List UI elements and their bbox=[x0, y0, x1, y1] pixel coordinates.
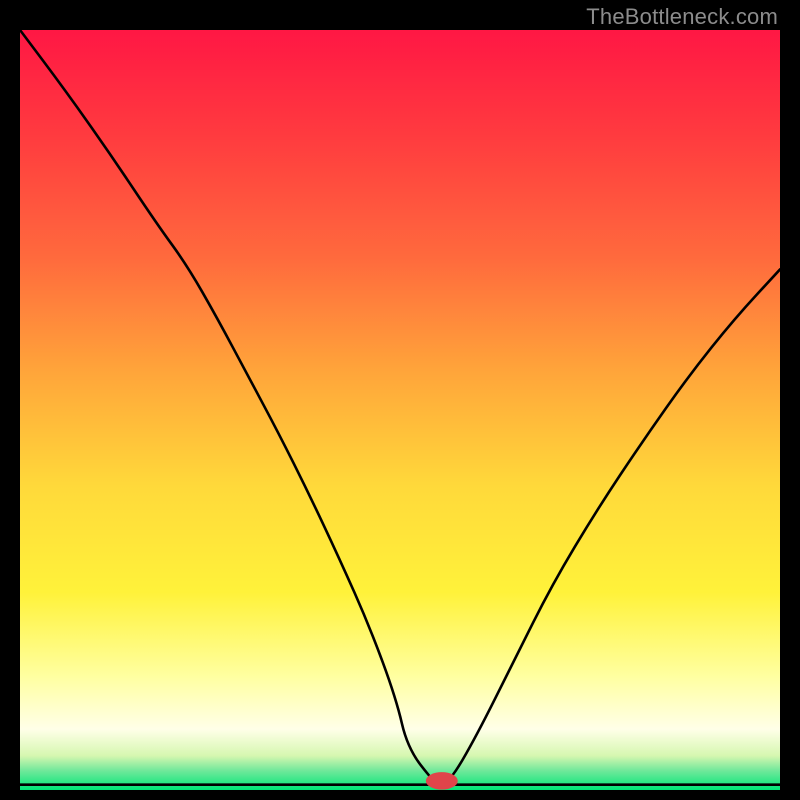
optimal-marker bbox=[426, 772, 458, 789]
watermark-text: TheBottleneck.com bbox=[586, 4, 778, 30]
chart-frame bbox=[20, 30, 780, 790]
bottleneck-chart bbox=[20, 30, 780, 790]
